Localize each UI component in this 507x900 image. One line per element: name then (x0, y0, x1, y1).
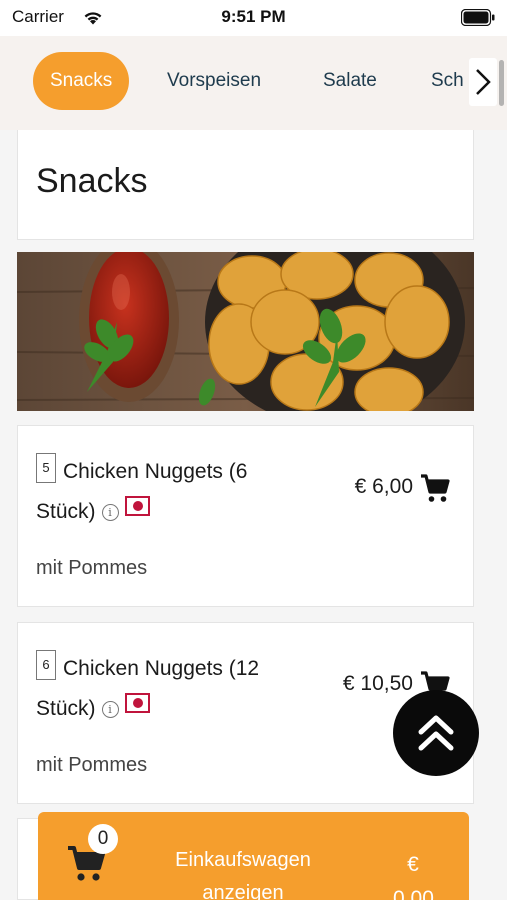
add-to-cart-icon[interactable] (419, 472, 451, 504)
info-icon[interactable]: i (101, 700, 119, 718)
section-header: Snacks (17, 130, 474, 240)
menu-content: Snacks 5 Chicken Nuggets (6 Stück) i € 6… (0, 130, 507, 900)
tab-snacks[interactable]: Snacks (33, 52, 130, 110)
info-icon[interactable]: i (101, 503, 119, 521)
product-name-line1: Chicken Nuggets (6 (63, 460, 248, 483)
double-chevron-up-icon (418, 715, 454, 751)
cart-total-value: 0,00 (393, 887, 434, 900)
product-price: € 6,00 (354, 475, 413, 498)
chevron-right-icon (476, 69, 491, 95)
view-cart-button[interactable]: 0 Einkaufswagen anzeigen € 0,00 (38, 812, 469, 900)
product-name: Chicken Nuggets (12 Stück) i (36, 649, 306, 729)
scroll-to-top-button[interactable] (393, 690, 479, 776)
product-name-line2: Stück) (36, 500, 96, 523)
section-title: Snacks (36, 162, 148, 200)
cart-total: € 0,00 (393, 848, 434, 900)
battery-icon (461, 9, 495, 26)
section-banner-image (17, 252, 474, 411)
status-bar: Carrier 9:51 PM (0, 0, 507, 36)
clock: 9:51 PM (221, 7, 286, 26)
product-price: € 10,50 (342, 672, 413, 695)
cart-count-badge: 0 (88, 824, 118, 854)
allergen-icon[interactable] (124, 496, 150, 516)
allergen-icon[interactable] (124, 693, 150, 713)
horizontal-scroll-indicator (499, 60, 504, 106)
product-card[interactable]: 5 Chicken Nuggets (6 Stück) i € 6,00 mit … (17, 425, 474, 607)
category-tabs: Snacks Vorspeisen Salate Sch (0, 36, 507, 130)
product-description: mit Pommes (36, 557, 148, 579)
product-description: mit Pommes (36, 754, 148, 776)
product-name-line1: Chicken Nuggets (12 (63, 657, 260, 680)
product-name-line2: Stück) (36, 697, 96, 720)
tab-vorspeisen[interactable]: Vorspeisen (167, 52, 261, 110)
tab-truncated[interactable]: Sch (431, 52, 464, 110)
product-name: Chicken Nuggets (6 Stück) i (36, 452, 306, 532)
tab-salate[interactable]: Salate (323, 52, 377, 110)
cart-currency: € (407, 853, 419, 876)
cart-label-line1: Einkaufswagen (175, 849, 311, 871)
category-next-button[interactable] (469, 58, 497, 106)
cart-label-line2: anzeigen (202, 882, 284, 900)
cart-label: Einkaufswagen anzeigen (148, 844, 338, 900)
